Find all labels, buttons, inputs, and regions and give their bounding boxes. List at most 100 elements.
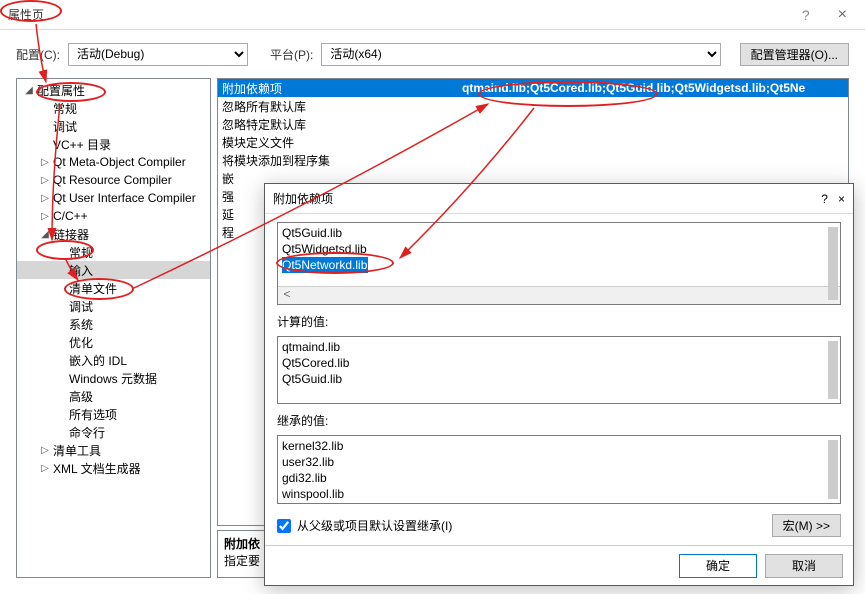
- tree-item-label: VC++ 目录: [51, 136, 113, 153]
- tree-item-label: 输入: [67, 262, 95, 279]
- expander-icon[interactable]: ▷: [39, 463, 51, 474]
- computed-list: qtmaind.libQt5Cored.libQt5Guid.lib: [277, 336, 841, 405]
- tree-item[interactable]: 命令行: [17, 423, 210, 441]
- inherited-list: kernel32.libuser32.libgdi32.libwinspool.…: [277, 435, 841, 504]
- expander-icon[interactable]: ◢: [39, 229, 51, 240]
- tree-item[interactable]: ▷XML 文档生成器: [17, 459, 210, 477]
- tree-item[interactable]: 嵌入的 IDL: [17, 351, 210, 369]
- inherit-checkbox-label[interactable]: 从父级或项目默认设置继承(I): [297, 517, 452, 534]
- cancel-button[interactable]: 取消: [765, 554, 843, 578]
- config-manager-button[interactable]: 配置管理器(O)...: [740, 43, 849, 66]
- tree-item-label: 清单工具: [51, 442, 103, 459]
- computed-item: Qt5Cored.lib: [282, 355, 836, 371]
- edit-line[interactable]: Qt5Networkd.lib: [282, 257, 368, 273]
- tree-item-label: Qt Resource Compiler: [51, 173, 174, 187]
- inherited-item: user32.lib: [282, 454, 836, 470]
- tree-item-label: 配置属性: [35, 82, 87, 99]
- tree-item[interactable]: 系统: [17, 315, 210, 333]
- expander-icon[interactable]: ▷: [39, 157, 51, 168]
- tree-item-label: 链接器: [51, 226, 91, 243]
- tree-item-label: 常规: [67, 244, 95, 261]
- grid-key: 忽略特定默认库: [222, 116, 462, 133]
- tree-item[interactable]: 所有选项: [17, 405, 210, 423]
- expander-icon[interactable]: ▷: [39, 193, 51, 204]
- tree-item[interactable]: ◢配置属性: [17, 81, 210, 99]
- tree-item[interactable]: ▷C/C++: [17, 207, 210, 225]
- tree-item[interactable]: ▷Qt User Interface Compiler: [17, 189, 210, 207]
- ok-button[interactable]: 确定: [679, 554, 757, 578]
- config-select[interactable]: 活动(Debug): [68, 43, 248, 66]
- tree-item-label: 常规: [51, 100, 79, 117]
- expander-icon[interactable]: ▷: [39, 445, 51, 456]
- tree-item-label: 所有选项: [67, 406, 119, 423]
- edit-scrollbar[interactable]: [828, 227, 838, 300]
- modal-help-icon[interactable]: ?: [821, 192, 828, 206]
- modal-close-icon[interactable]: ×: [838, 192, 845, 206]
- config-label: 配置(C):: [16, 46, 60, 63]
- tree-item-label: 嵌入的 IDL: [67, 352, 129, 369]
- modal-title: 附加依赖项: [273, 190, 333, 207]
- grid-value: qtmaind.lib;Qt5Cored.lib;Qt5Guid.lib;Qt5…: [462, 81, 844, 95]
- computed-scrollbar[interactable]: [828, 341, 838, 400]
- tree-item[interactable]: VC++ 目录: [17, 135, 210, 153]
- grid-key: 模块定义文件: [222, 134, 462, 151]
- computed-label: 计算的值:: [277, 313, 841, 330]
- inherited-scrollbar[interactable]: [828, 440, 838, 499]
- tree-item[interactable]: ▷Qt Meta-Object Compiler: [17, 153, 210, 171]
- tree-item[interactable]: 优化: [17, 333, 210, 351]
- tree-item-label: XML 文档生成器: [51, 460, 143, 477]
- tree-item[interactable]: 清单文件: [17, 279, 210, 297]
- inherited-item: gdi32.lib: [282, 470, 836, 486]
- tree-item-label: Qt Meta-Object Compiler: [51, 155, 188, 169]
- inherited-item: winspool.lib: [282, 486, 836, 502]
- tree-item-label: 系统: [67, 316, 95, 333]
- platform-select[interactable]: 活动(x64): [321, 43, 721, 66]
- grid-key: 忽略所有默认库: [222, 98, 462, 115]
- computed-item: qtmaind.lib: [282, 339, 836, 355]
- tree-item-label: Qt User Interface Compiler: [51, 191, 198, 205]
- edit-line[interactable]: Qt5Widgetsd.lib: [282, 241, 836, 257]
- tree-item[interactable]: 调试: [17, 117, 210, 135]
- platform-label: 平台(P):: [270, 46, 313, 63]
- grid-key: 附加依赖项: [222, 80, 462, 97]
- inherit-checkbox[interactable]: [277, 519, 291, 533]
- close-icon[interactable]: ×: [828, 4, 857, 26]
- tree-item-label: 命令行: [67, 424, 107, 441]
- tree-item[interactable]: ◢链接器: [17, 225, 210, 243]
- tree-item[interactable]: 常规: [17, 243, 210, 261]
- help-icon[interactable]: ?: [794, 5, 818, 25]
- grid-row[interactable]: 将模块添加到程序集: [218, 151, 848, 169]
- grid-row[interactable]: 模块定义文件: [218, 133, 848, 151]
- tree-item[interactable]: Windows 元数据: [17, 369, 210, 387]
- tree-item[interactable]: 常规: [17, 99, 210, 117]
- tree-item[interactable]: 输入: [17, 261, 210, 279]
- expander-icon[interactable]: ▷: [39, 175, 51, 186]
- tree-item-label: C/C++: [51, 209, 90, 223]
- tree-item-label: 优化: [67, 334, 95, 351]
- scroll-track[interactable]: [296, 287, 822, 304]
- grid-key: 将模块添加到程序集: [222, 152, 462, 169]
- inherited-label: 继承的值:: [277, 412, 841, 429]
- additional-deps-dialog: 附加依赖项 ? × Qt5Guid.libQt5Widgetsd.libQt5N…: [264, 183, 854, 586]
- tree-item-label: 高级: [67, 388, 95, 405]
- grid-row[interactable]: 附加依赖项qtmaind.lib;Qt5Cored.lib;Qt5Guid.li…: [218, 79, 848, 97]
- edit-line[interactable]: Qt5Guid.lib: [282, 225, 836, 241]
- window-title: 属性页: [8, 6, 44, 23]
- tree-item[interactable]: 高级: [17, 387, 210, 405]
- tree-item[interactable]: ▷Qt Resource Compiler: [17, 171, 210, 189]
- inherited-item: kernel32.lib: [282, 438, 836, 454]
- tree-item-label: 调试: [67, 298, 95, 315]
- computed-item: Qt5Guid.lib: [282, 371, 836, 387]
- tree-view[interactable]: ◢配置属性常规调试VC++ 目录▷Qt Meta-Object Compiler…: [16, 78, 211, 578]
- tree-item-label: 调试: [51, 118, 79, 135]
- scroll-left-icon[interactable]: <: [278, 287, 296, 304]
- macro-button[interactable]: 宏(M) >>: [772, 514, 841, 537]
- expander-icon[interactable]: ▷: [39, 211, 51, 222]
- grid-row[interactable]: 忽略所有默认库: [218, 97, 848, 115]
- edit-list[interactable]: Qt5Guid.libQt5Widgetsd.libQt5Networkd.li…: [277, 222, 841, 305]
- tree-item[interactable]: 调试: [17, 297, 210, 315]
- tree-item[interactable]: ▷清单工具: [17, 441, 210, 459]
- tree-item-label: 清单文件: [67, 280, 119, 297]
- grid-row[interactable]: 忽略特定默认库: [218, 115, 848, 133]
- expander-icon[interactable]: ◢: [23, 85, 35, 96]
